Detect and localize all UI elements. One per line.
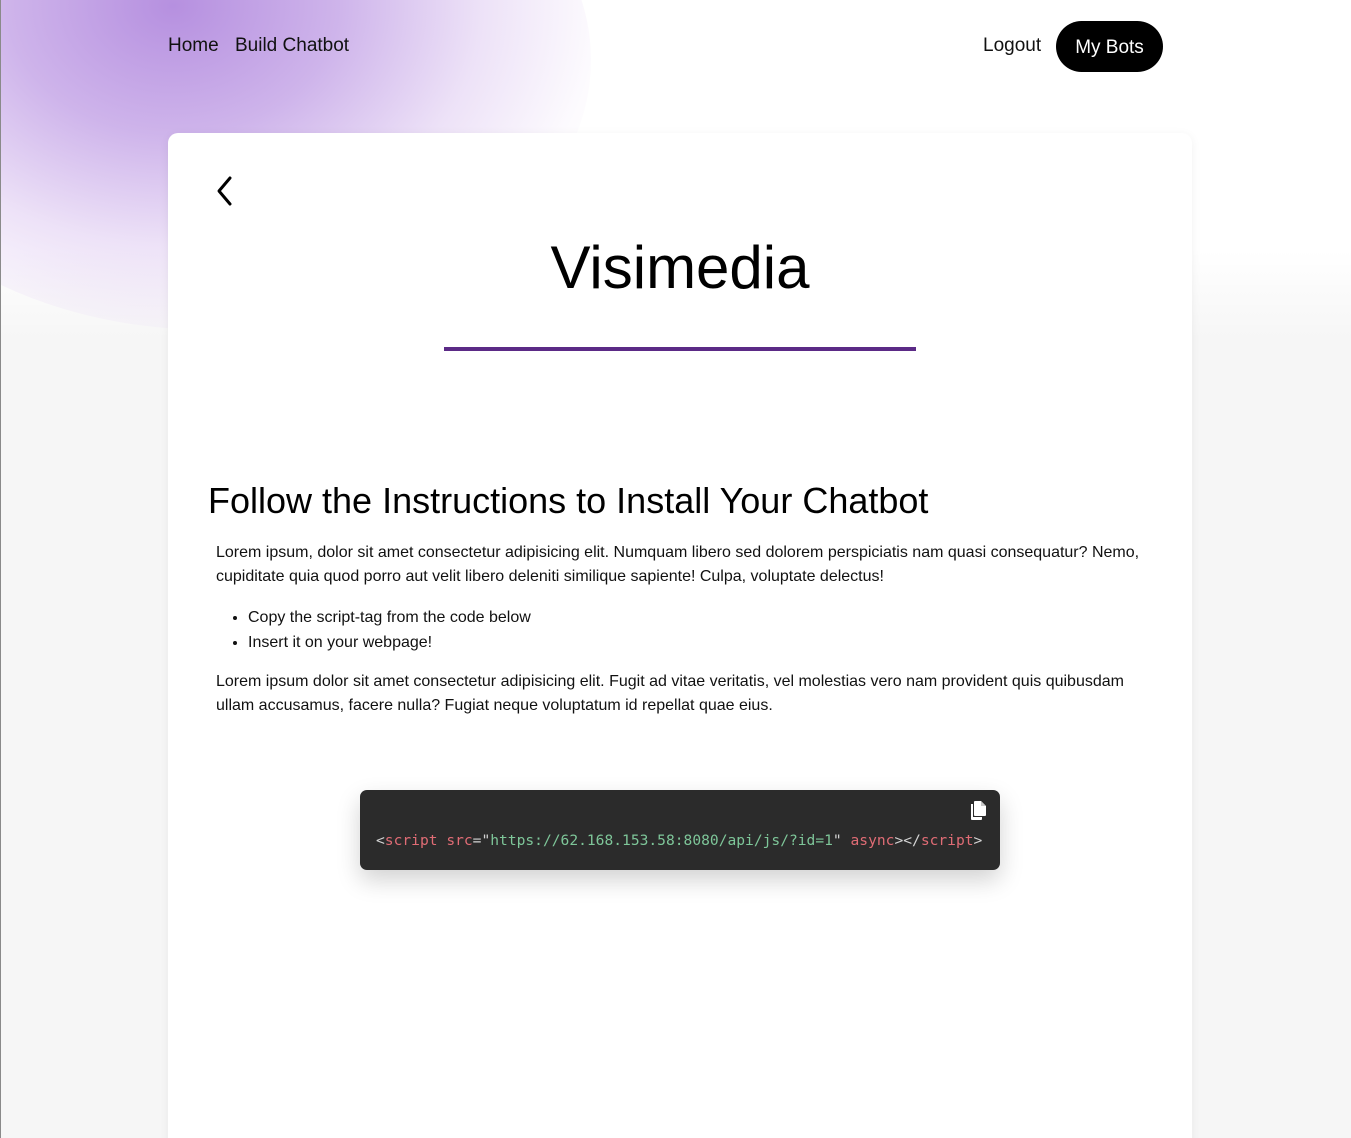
nav-build-chatbot-link[interactable]: Build Chatbot bbox=[235, 35, 349, 57]
nav-home-link[interactable]: Home bbox=[168, 35, 219, 57]
bot-title: Visimedia bbox=[550, 234, 810, 301]
instructions-heading: Follow the Instructions to Install Your … bbox=[208, 480, 929, 521]
script-tag-code[interactable]: <script src="https://62.168.153.58:8080/… bbox=[376, 832, 982, 849]
bot-install-card: Visimedia Follow the Instructions to Ins… bbox=[168, 133, 1192, 1138]
code-token: =" bbox=[472, 832, 491, 849]
code-token: https://62.168.153.58:8080/api/js/?id=1 bbox=[490, 832, 833, 849]
top-nav: Home Build Chatbot Logout My Bots bbox=[168, 21, 1163, 72]
script-code-block: <script src="https://62.168.153.58:8080/… bbox=[360, 790, 1000, 870]
my-bots-button[interactable]: My Bots bbox=[1056, 21, 1163, 72]
code-token: < bbox=[376, 832, 385, 849]
intro-paragraph: Lorem ipsum, dolor sit amet consectetur … bbox=[216, 544, 1140, 585]
code-token: script bbox=[384, 832, 438, 849]
list-item: Insert it on your webpage! bbox=[248, 630, 531, 655]
code-token: > bbox=[973, 832, 983, 849]
list-item: Copy the script-tag from the code below bbox=[248, 605, 531, 630]
code-token: " bbox=[832, 832, 842, 849]
outro-paragraph: Lorem ipsum dolor sit amet consectetur a… bbox=[216, 673, 1124, 714]
code-token: script bbox=[920, 832, 974, 849]
code-token: src bbox=[446, 832, 473, 849]
back-button[interactable] bbox=[212, 173, 240, 209]
copy-icon bbox=[971, 801, 986, 820]
page: Home Build Chatbot Logout My Bots Visime… bbox=[0, 0, 1351, 1138]
copy-button[interactable] bbox=[968, 800, 988, 822]
code-token: async bbox=[850, 832, 895, 849]
install-steps-list: Copy the script-tag from the code below … bbox=[216, 605, 531, 655]
chevron-left-icon bbox=[217, 176, 232, 206]
nav-logout-link[interactable]: Logout bbox=[983, 35, 1041, 57]
title-underline bbox=[444, 347, 916, 351]
code-token: ></ bbox=[894, 832, 921, 849]
